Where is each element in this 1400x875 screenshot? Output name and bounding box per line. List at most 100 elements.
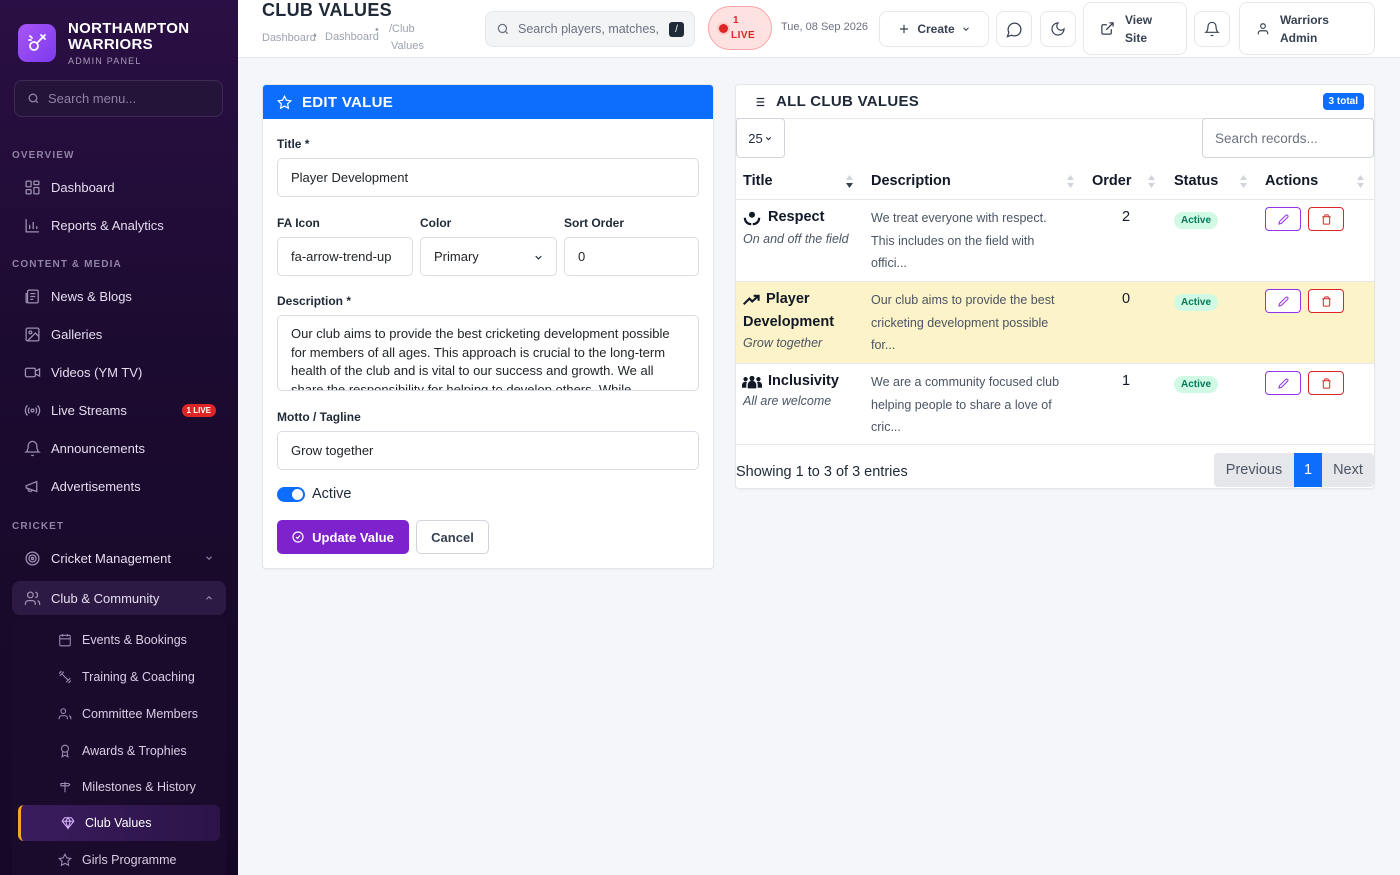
delete-button[interactable]	[1308, 371, 1344, 395]
row-order: 0	[1122, 291, 1131, 307]
user-menu-button[interactable]: Warriors Admin	[1239, 2, 1375, 55]
motto-input[interactable]: Grow together	[277, 431, 699, 470]
color-label: Color	[420, 216, 452, 230]
delete-button[interactable]	[1308, 207, 1344, 231]
sidebar-subitem-milestones[interactable]: Milestones & History	[44, 770, 220, 804]
column-header-order[interactable]: Order	[1092, 163, 1132, 199]
update-value-button[interactable]: Update Value	[277, 520, 409, 554]
table-row[interactable]: Respect On and off the field We treat ev…	[736, 199, 1374, 281]
target-icon	[25, 550, 40, 566]
view-site-button[interactable]: View Site	[1083, 2, 1187, 55]
sidebar-item-news[interactable]: News & Blogs	[12, 279, 226, 313]
live-indicator[interactable]: 1 LIVE	[708, 6, 772, 50]
sort-icon[interactable]	[1240, 175, 1247, 188]
sort-icon	[1357, 175, 1364, 188]
chevron-down-icon	[206, 556, 212, 561]
description-textarea[interactable]: Our club aims to provide the best cricke…	[277, 315, 699, 391]
pencil-icon	[1277, 214, 1288, 225]
sidebar-item-announcements[interactable]: Announcements	[12, 431, 226, 465]
pagination-next[interactable]: Next	[1322, 453, 1374, 487]
color-select[interactable]: Primary	[420, 237, 557, 276]
row-title: Inclusivity	[768, 373, 839, 389]
user-icon	[1257, 22, 1269, 34]
brand[interactable]: NORTHAMPTON WARRIORS ADMIN PANEL	[0, 0, 238, 70]
delete-button[interactable]	[1308, 289, 1344, 313]
cancel-button[interactable]: Cancel	[416, 520, 489, 554]
sort-icon[interactable]	[1148, 175, 1155, 188]
sidebar-item-cricket-management[interactable]: Cricket Management	[12, 541, 226, 575]
sidebar-item-advertisements[interactable]: Advertisements	[12, 469, 226, 503]
section-overview: OVERVIEW	[12, 150, 75, 161]
pagination-previous[interactable]: Previous	[1214, 453, 1294, 487]
edit-button[interactable]	[1265, 371, 1301, 395]
sidebar-item-label: News & Blogs	[51, 288, 132, 304]
sort-icon[interactable]	[1067, 175, 1074, 188]
club-values-table-header: ALL CLUB VALUES	[736, 85, 1374, 119]
trash-icon	[1321, 377, 1331, 389]
pagination: Previous 1 Next	[1214, 453, 1374, 487]
sort-desc-icon[interactable]	[846, 175, 853, 188]
sort-order-input[interactable]: 0	[564, 237, 699, 276]
sidebar-subitem-girls[interactable]: Girls Programme	[44, 843, 220, 875]
sidebar-subitem-club-values[interactable]: Club Values	[18, 805, 220, 841]
sidebar-subitem-label: Events & Bookings	[82, 633, 187, 647]
table-row[interactable]: Inclusivity All are welcome We are a com…	[736, 363, 1374, 445]
page-length-select[interactable]: 25	[736, 118, 785, 158]
column-header-description[interactable]: Description	[871, 163, 951, 199]
broadcast-icon	[24, 404, 41, 416]
sidebar-item-live-streams[interactable]: Live Streams 1 LIVE	[12, 393, 226, 427]
table-row-selected[interactable]: Player Development Grow together Our clu…	[736, 281, 1374, 363]
breadcrumb: Dashboard • Dashboard • /Club Values	[262, 23, 424, 52]
sidebar-item-dashboard[interactable]: Dashboard	[12, 170, 226, 204]
current-date: Tue, 08 Sep 2026	[781, 21, 869, 33]
edit-value-header: EDIT VALUE	[263, 85, 713, 119]
sidebar-item-club-community[interactable]: Club & Community	[12, 581, 226, 615]
breadcrumb-link-dashboard[interactable]: Dashboard	[262, 32, 316, 44]
fa-icon-label: FA Icon	[277, 216, 320, 230]
sidebar-item-label: Videos (YM TV)	[51, 364, 143, 380]
sidebar-subitem-committee[interactable]: Committee Members	[44, 697, 220, 731]
sidebar-subitem-training[interactable]: Training & Coaching	[44, 660, 220, 694]
sidebar-search-input[interactable]: Search menu...	[14, 80, 223, 117]
people-group-icon	[742, 375, 762, 389]
user-name-line1: Warriors	[1280, 12, 1329, 27]
sidebar-item-reports[interactable]: Reports & Analytics	[12, 208, 226, 242]
gem-icon	[61, 816, 75, 830]
star-icon	[277, 94, 292, 109]
bell-icon	[1204, 21, 1220, 37]
fa-icon-input[interactable]: fa-arrow-trend-up	[277, 237, 413, 276]
pagination-page-1[interactable]: 1	[1294, 453, 1322, 487]
star-icon	[58, 853, 72, 867]
sidebar-item-galleries[interactable]: Galleries	[12, 317, 226, 351]
brand-subtitle: ADMIN PANEL	[68, 55, 142, 66]
breadcrumb-link-dashboard-2[interactable]: Dashboard	[325, 31, 379, 43]
plus-icon	[900, 24, 909, 34]
global-search-input[interactable]: Search players, matches, r /	[485, 11, 695, 47]
search-shortcut-key: /	[669, 21, 684, 37]
table-search-input[interactable]: Search records...	[1202, 118, 1374, 158]
sidebar-subitem-events[interactable]: Events & Bookings	[44, 623, 220, 657]
check-circle-icon	[292, 531, 304, 543]
chevron-up-icon	[206, 595, 212, 600]
active-toggle[interactable]	[277, 487, 305, 502]
column-header-status[interactable]: Status	[1174, 163, 1218, 199]
row-order: 1	[1122, 373, 1131, 389]
club-logo-icon	[18, 24, 56, 62]
column-header-title[interactable]: Title	[743, 163, 773, 199]
messages-button[interactable]	[996, 11, 1032, 47]
row-order: 2	[1122, 209, 1131, 225]
edit-button[interactable]	[1265, 207, 1301, 231]
theme-toggle-button[interactable]	[1040, 11, 1076, 47]
create-button[interactable]: Create	[879, 11, 989, 47]
notifications-button[interactable]	[1194, 11, 1230, 47]
edit-button[interactable]	[1265, 289, 1301, 313]
sidebar: NORTHAMPTON WARRIORS ADMIN PANEL Search …	[0, 0, 238, 875]
sidebar-item-label: Club & Community	[51, 590, 160, 606]
title-input[interactable]: Player Development	[277, 158, 699, 197]
row-title: Player	[766, 291, 810, 307]
sidebar-item-label: Live Streams	[51, 402, 127, 418]
sidebar-item-videos[interactable]: Videos (YM TV)	[12, 355, 226, 389]
sidebar-subitem-awards[interactable]: Awards & Trophies	[44, 734, 220, 768]
club-values-table-title: ALL CLUB VALUES	[776, 93, 920, 110]
section-cricket: CRICKET	[12, 521, 65, 532]
